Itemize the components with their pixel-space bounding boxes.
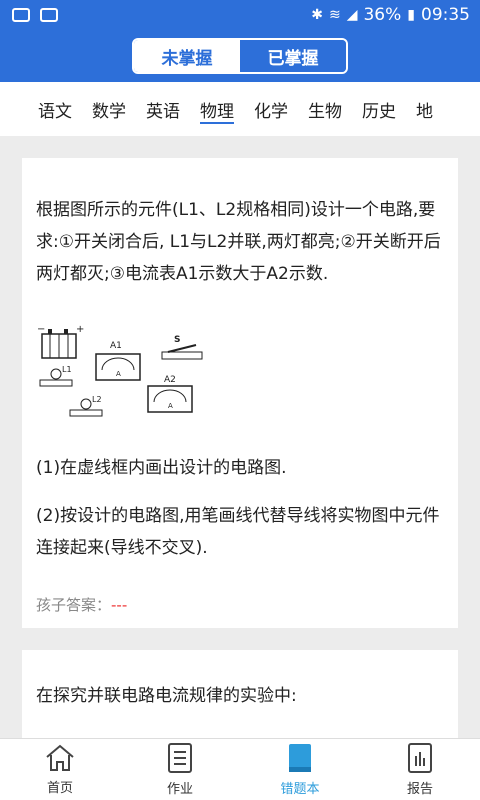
lamp-l2-icon: L2 bbox=[69, 395, 103, 417]
nav-homework[interactable]: 作业 bbox=[120, 739, 240, 800]
child-answer-row: 孩子答案：--- bbox=[36, 594, 127, 615]
battery-icon: ▮ bbox=[407, 7, 415, 23]
message-icon bbox=[12, 8, 30, 22]
question-card[interactable]: 根据图所示的元件(L1、L2规格相同)设计一个电路,要求:①开关闭合后, L1与… bbox=[22, 158, 458, 628]
nav-wrongbook-label: 错题本 bbox=[280, 782, 320, 797]
wifi-icon: ≋ bbox=[328, 7, 341, 23]
question-part-2: (2)按设计的电路图,用笔画线代替导线将实物图中元件连接起来(导线不交叉). bbox=[36, 506, 440, 558]
question-list[interactable]: 根据图所示的元件(L1、L2规格相同)设计一个电路,要求:①开关闭合后, L1与… bbox=[0, 136, 480, 738]
notebook-icon bbox=[289, 744, 311, 772]
tab-history[interactable]: 历史 bbox=[362, 82, 396, 136]
nav-wrongbook[interactable]: 错题本 bbox=[240, 739, 360, 800]
homework-icon bbox=[168, 743, 192, 773]
nav-home[interactable]: 首页 bbox=[0, 739, 120, 800]
report-icon bbox=[408, 743, 432, 773]
ammeter-a1-label: A1 bbox=[110, 341, 122, 351]
ammeter-a2-icon: A A2 bbox=[147, 375, 193, 413]
tab-geography[interactable]: 地 bbox=[416, 82, 433, 136]
status-bar: ✱ ≋ ◢ 36% ▮ 09:35 bbox=[0, 0, 480, 30]
ammeter-a1-symbol: A bbox=[116, 370, 121, 378]
ammeter-a2-label: A2 bbox=[164, 375, 176, 385]
ammeter-a1-icon: A A1 bbox=[95, 341, 141, 381]
lamp-l2-label: L2 bbox=[92, 395, 102, 404]
unmastered-tab[interactable]: 未掌握 bbox=[134, 40, 240, 72]
battery-minus-label: − bbox=[37, 324, 45, 335]
tab-math[interactable]: 数学 bbox=[92, 82, 126, 136]
tab-physics[interactable]: 物理 bbox=[200, 82, 234, 136]
lamp-l1-label: L1 bbox=[62, 365, 72, 374]
lamp-l1-icon: L1 bbox=[39, 365, 73, 387]
tab-english[interactable]: 英语 bbox=[146, 82, 180, 136]
nav-homework-label: 作业 bbox=[166, 782, 193, 797]
clock: 09:35 bbox=[421, 5, 470, 25]
nav-report[interactable]: 报告 bbox=[360, 739, 480, 800]
home-icon bbox=[46, 744, 74, 771]
circuit-components-figure: − + S A A1 L1 L2 A A2 bbox=[37, 324, 203, 417]
child-answer-value: --- bbox=[111, 596, 128, 614]
signal-icon: ◢ bbox=[346, 7, 358, 23]
tab-biology[interactable]: 生物 bbox=[308, 82, 342, 136]
nav-home-label: 首页 bbox=[46, 781, 73, 796]
battery-plus-label: + bbox=[76, 324, 84, 335]
tab-chemistry[interactable]: 化学 bbox=[254, 82, 288, 136]
ammeter-a2-symbol: A bbox=[168, 402, 173, 410]
header-bar: 未掌握 已掌握 bbox=[0, 30, 480, 82]
switch-icon: S bbox=[161, 335, 203, 360]
subject-tabs: 语文 数学 英语 物理 化学 生物 历史 地 bbox=[0, 82, 480, 136]
battery-pack-icon: − + bbox=[37, 324, 84, 359]
question-stem: 在探究并联电路电流规律的实验中: bbox=[36, 686, 297, 706]
question-part-1: (1)在虚线框内画出设计的电路图. bbox=[36, 458, 287, 478]
question-stem: 根据图所示的元件(L1、L2规格相同)设计一个电路,要求:①开关闭合后, L1与… bbox=[36, 200, 441, 284]
battery-percent: 36% bbox=[363, 5, 402, 25]
circuit-figure: L A1 bbox=[82, 728, 282, 738]
child-answer-label: 孩子答案： bbox=[36, 596, 112, 614]
nav-report-label: 报告 bbox=[406, 782, 433, 797]
bottom-nav: 首页 作业 错题本 报告 bbox=[0, 738, 480, 800]
bluetooth-icon: ✱ bbox=[311, 7, 323, 23]
mastery-toggle: 未掌握 已掌握 bbox=[132, 38, 348, 74]
tab-chinese[interactable]: 语文 bbox=[38, 82, 72, 136]
switch-label: S bbox=[174, 335, 180, 345]
mastered-tab[interactable]: 已掌握 bbox=[240, 40, 346, 72]
image-icon bbox=[40, 8, 58, 22]
question-card[interactable]: 在探究并联电路电流规律的实验中: L A1 bbox=[22, 650, 458, 738]
